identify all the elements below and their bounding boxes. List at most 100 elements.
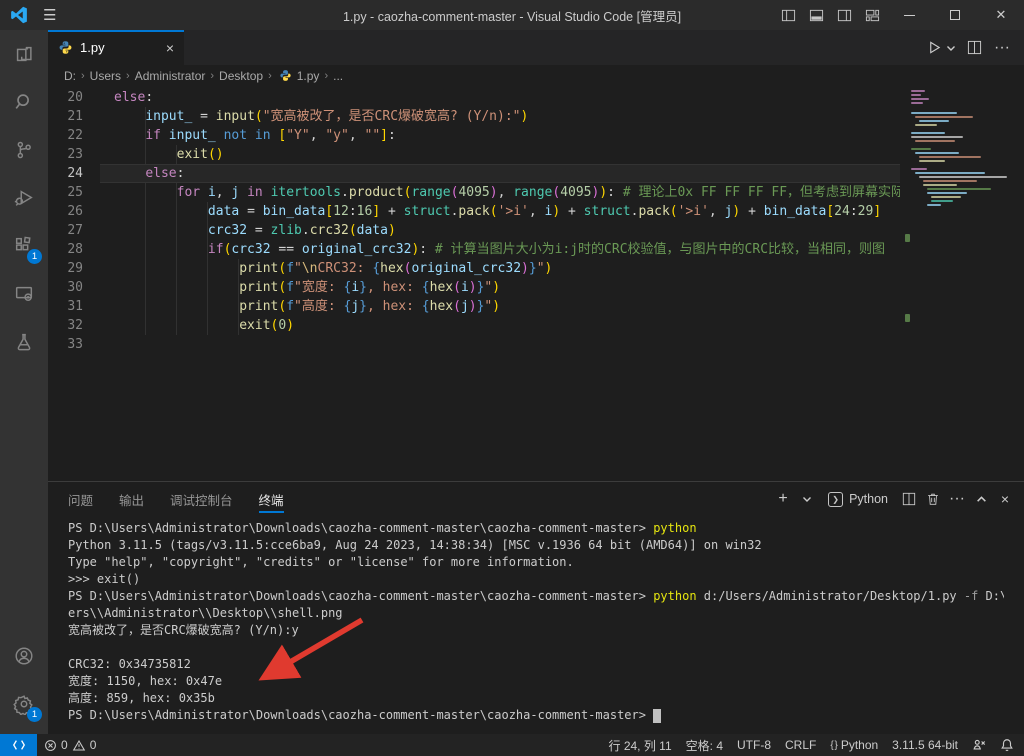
tab-1py[interactable]: 1.py × bbox=[48, 30, 184, 65]
run-python-file-icon[interactable] bbox=[922, 36, 946, 60]
vscode-logo-icon bbox=[11, 6, 27, 24]
terminal-profile-item[interactable]: ❯ Python bbox=[828, 491, 888, 507]
code-line-32[interactable]: 32 exit(0) bbox=[48, 316, 900, 335]
editor-tab-bar: 1.py × ··· bbox=[48, 30, 1024, 65]
line-number: 33 bbox=[67, 337, 83, 352]
source-control-icon[interactable] bbox=[0, 126, 48, 174]
panel-tab-debug-console[interactable]: 调试控制台 bbox=[170, 482, 233, 517]
minimap-line bbox=[915, 124, 937, 126]
terminal-line: Type "help", "copyright", "credits" or "… bbox=[68, 555, 574, 569]
code-line-26[interactable]: 26 data = bin_data[12:16] + struct.pack(… bbox=[48, 202, 900, 221]
notifications-bell-icon[interactable] bbox=[993, 734, 1016, 756]
maximize-button[interactable] bbox=[932, 0, 978, 30]
search-icon[interactable] bbox=[0, 78, 48, 126]
chevron-right-icon: › bbox=[324, 69, 329, 82]
cursor-position-status[interactable]: 行 24, 列 11 bbox=[602, 734, 679, 756]
code-line-20[interactable]: 20 else: bbox=[48, 88, 900, 107]
line-number: 26 bbox=[67, 204, 83, 219]
minimap-line bbox=[911, 136, 963, 138]
line-number: 32 bbox=[67, 318, 83, 333]
terminal-line: ers\\Administrator\\Desktop\\shell.png bbox=[68, 606, 343, 620]
panel-tab-problems[interactable]: 问题 bbox=[68, 482, 93, 517]
terminal-output[interactable]: PS D:\Users\Administrator\Downloads\caoz… bbox=[68, 520, 1004, 730]
error-icon bbox=[44, 739, 57, 752]
minimap-line bbox=[923, 180, 977, 182]
toggle-panel-icon[interactable] bbox=[802, 0, 830, 30]
testing-icon[interactable] bbox=[0, 318, 48, 366]
line-number: 23 bbox=[67, 147, 83, 162]
explorer-icon[interactable] bbox=[0, 30, 48, 78]
code-text: input_ = input("宽高被改了，是否CRC爆破宽高? (Y/n):"… bbox=[145, 109, 529, 124]
more-actions-icon[interactable]: ··· bbox=[990, 36, 1014, 60]
extensions-icon[interactable]: 1 bbox=[0, 222, 48, 270]
terminal-line: 宽度: 1150, hex: 0x47e bbox=[68, 674, 223, 688]
customize-layout-icon[interactable] bbox=[858, 0, 886, 30]
run-debug-icon[interactable] bbox=[0, 174, 48, 222]
python-interpreter-status[interactable]: 3.11.5 64-bit bbox=[885, 734, 965, 756]
panel-tab-terminal[interactable]: 终端 bbox=[258, 482, 284, 517]
code-line-33[interactable]: 33 bbox=[48, 335, 900, 354]
minimap-line bbox=[931, 196, 961, 198]
code-line-25[interactable]: 25 for i, j in itertools.product(range(4… bbox=[48, 183, 900, 202]
tab-close-icon[interactable]: × bbox=[166, 40, 174, 56]
code-line-22[interactable]: 22 if input_ not in ["Y", "y", ""]: bbox=[48, 126, 900, 145]
panel-tab-output[interactable]: 输出 bbox=[119, 482, 144, 517]
remote-indicator[interactable] bbox=[0, 734, 37, 756]
breadcrumb-item[interactable]: D: bbox=[64, 69, 76, 83]
breadcrumb-item[interactable]: Users bbox=[90, 69, 121, 83]
menu-icon[interactable]: ☰ bbox=[43, 6, 56, 24]
breadcrumb-item[interactable]: ... bbox=[333, 69, 343, 83]
encoding-status[interactable]: UTF-8 bbox=[730, 734, 778, 756]
minimap-line bbox=[919, 160, 945, 162]
new-terminal-icon[interactable]: + bbox=[772, 487, 794, 511]
terminal-profile-label: Python bbox=[849, 492, 888, 506]
problems-status[interactable]: 0 0 bbox=[37, 734, 103, 756]
maximize-panel-chevron-icon[interactable] bbox=[970, 487, 992, 511]
remote-explorer-icon[interactable] bbox=[0, 270, 48, 318]
code-editor[interactable]: 20 else: 21 input_ = input("宽高被改了，是否CRC爆破宽… bbox=[48, 86, 1024, 481]
breadcrumb-item[interactable]: 1.py bbox=[297, 69, 320, 83]
split-editor-icon[interactable] bbox=[962, 36, 986, 60]
title-bar: ☰ 1.py - caozha-comment-master - Visual … bbox=[0, 0, 1024, 30]
code-line-28[interactable]: 28 if(crc32 == original_crc32): # 计算当图片大… bbox=[48, 240, 900, 259]
code-line-24[interactable]: 24 else: bbox=[48, 164, 900, 183]
language-status[interactable]: { } Python bbox=[823, 734, 885, 756]
kill-terminal-trash-icon[interactable] bbox=[922, 487, 944, 511]
minimap[interactable] bbox=[905, 86, 1024, 481]
feedback-icon[interactable] bbox=[965, 734, 993, 756]
breadcrumb-item[interactable]: Administrator bbox=[135, 69, 206, 83]
breadcrumb-item[interactable]: Desktop bbox=[219, 69, 263, 83]
minimap-line bbox=[919, 176, 1007, 178]
close-panel-icon[interactable]: × bbox=[994, 487, 1016, 511]
code-lines: 20 else: 21 input_ = input("宽高被改了，是否CRC爆破宽… bbox=[48, 88, 900, 354]
close-window-button[interactable]: ✕ bbox=[978, 0, 1024, 30]
code-text: else: bbox=[100, 164, 900, 183]
code-line-29[interactable]: 29 print(f"\nCRC32: {hex(original_crc32)… bbox=[48, 259, 900, 278]
code-line-23[interactable]: 23 exit() bbox=[48, 145, 900, 164]
minimap-line bbox=[927, 204, 941, 206]
toggle-sidebar-icon[interactable] bbox=[774, 0, 802, 30]
eol-status[interactable]: CRLF bbox=[778, 734, 823, 756]
indentation-status[interactable]: 空格: 4 bbox=[679, 734, 730, 756]
terminal-dropdown-chevron-icon[interactable] bbox=[796, 487, 818, 511]
toggle-secondary-sidebar-icon[interactable] bbox=[830, 0, 858, 30]
terminal-line: PS D:\Users\Administrator\Downloads\caoz… bbox=[68, 521, 697, 535]
run-dropdown-chevron-icon[interactable] bbox=[944, 36, 958, 60]
minimap-line bbox=[911, 90, 925, 92]
minimap-gutter-mark bbox=[905, 314, 910, 322]
minimap-line bbox=[911, 132, 945, 134]
minimap-line bbox=[915, 152, 959, 154]
code-line-30[interactable]: 30 print(f"宽度: {i}, hex: {hex(i)}") bbox=[48, 278, 900, 297]
panel-more-actions-icon[interactable]: ··· bbox=[946, 487, 968, 511]
code-line-27[interactable]: 27 crc32 = zlib.crc32(data) bbox=[48, 221, 900, 240]
account-icon[interactable] bbox=[0, 632, 48, 680]
line-number: 24 bbox=[67, 166, 83, 181]
code-text: print(f"高度: {j}, hex: {hex(j)}") bbox=[239, 299, 501, 314]
minimize-button[interactable] bbox=[886, 0, 932, 30]
split-terminal-icon[interactable] bbox=[898, 487, 920, 511]
settings-gear-icon[interactable]: 1 bbox=[0, 680, 48, 728]
code-line-31[interactable]: 31 print(f"高度: {j}, hex: {hex(j)}") bbox=[48, 297, 900, 316]
minimap-line bbox=[911, 102, 923, 104]
code-line-21[interactable]: 21 input_ = input("宽高被改了，是否CRC爆破宽高? (Y/n… bbox=[48, 107, 900, 126]
